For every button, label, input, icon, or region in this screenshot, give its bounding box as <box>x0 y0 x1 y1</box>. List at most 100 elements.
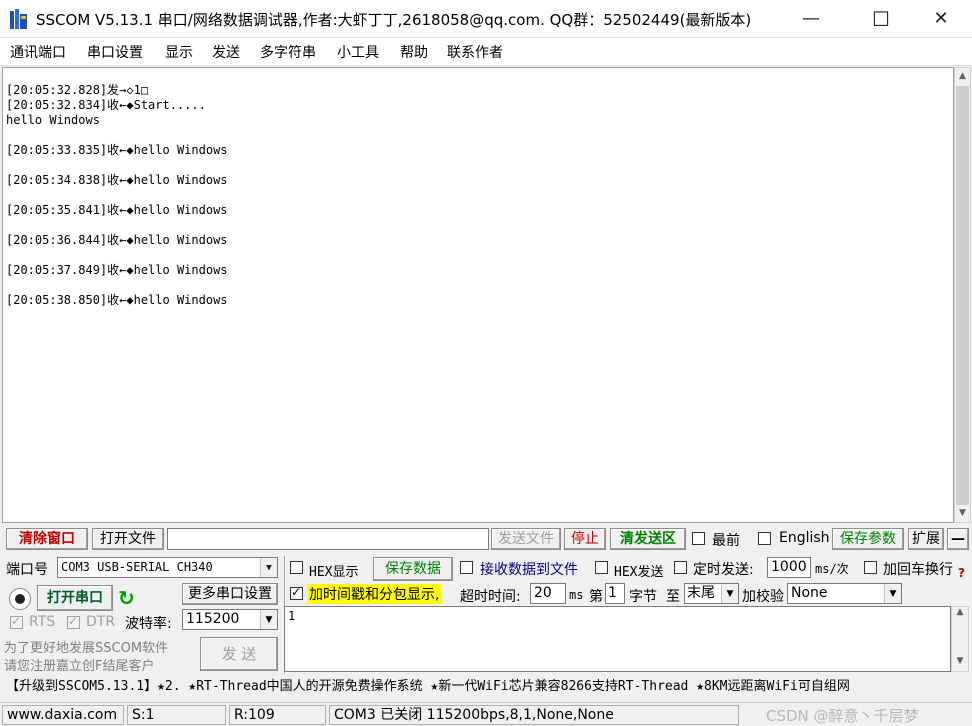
port-value: COM3 USB-SERIAL CH340 <box>61 560 213 574</box>
open-port-button[interactable]: 打开串口 <box>37 585 113 611</box>
refresh-icon[interactable]: ↻ <box>118 587 135 609</box>
rts-label: RTS <box>29 614 56 630</box>
menu-multi-string[interactable]: 多字符串 <box>260 42 316 62</box>
title-bar: SSCOM V5.13.1 串口/网络数据调试器,作者:大虾丁丁,2618058… <box>0 0 972 38</box>
scroll-down-icon[interactable]: ▼ <box>952 656 968 666</box>
topmost-checkbox[interactable] <box>692 532 705 545</box>
menu-comm-port[interactable]: 通讯端口 <box>10 42 66 62</box>
save-data-button[interactable]: 保存数据 <box>373 557 453 581</box>
minimize-button[interactable]: — <box>788 0 834 38</box>
hex-display-label: HEX显示 <box>309 565 359 580</box>
promo-line-1: 为了更好地发展SSCOM软件 <box>4 641 169 656</box>
timeout-unit: ms <box>569 588 584 602</box>
maximize-button[interactable]: ☐ <box>858 0 904 38</box>
help-icon[interactable]: ? <box>958 566 968 584</box>
app-icon <box>10 9 27 29</box>
status-sent-count: S:1 <box>127 705 226 725</box>
menu-serial-settings[interactable]: 串口设置 <box>87 42 143 62</box>
menu-tools[interactable]: 小工具 <box>337 42 379 62</box>
news-ticker[interactable]: 【升级到SSCOM5.13.1】★2. ★RT-Thread中国人的开源免费操作… <box>0 676 972 700</box>
more-port-settings-button[interactable]: 更多串口设置 <box>182 583 278 605</box>
send-file-button[interactable]: 发送文件 <box>491 528 561 550</box>
receive-output[interactable]: [20:05:32.828]发→◇1□ [20:05:32.834]收←◆Star… <box>2 67 954 523</box>
output-line: ​ <box>6 158 953 173</box>
output-line: hello Windows <box>6 113 100 127</box>
byte-prefix: 第 <box>589 589 603 605</box>
output-line: [20:05:35.841]收←◆hello Windows <box>6 203 228 217</box>
baud-select[interactable]: 115200 ▼ <box>182 609 278 630</box>
dtr-checkbox[interactable] <box>67 614 80 629</box>
english-checkbox[interactable] <box>758 532 771 545</box>
baud-value: 115200 <box>186 611 240 627</box>
to-label: 至 <box>666 589 680 605</box>
menu-display[interactable]: 显示 <box>165 42 193 62</box>
hex-send-checkbox[interactable] <box>595 561 608 574</box>
port-label: 端口号 <box>6 562 48 578</box>
chevron-down-icon[interactable]: ▼ <box>884 584 901 603</box>
timestamp-label: 加时间戳和分包显示, <box>307 584 442 604</box>
scroll-down-icon[interactable]: ▼ <box>955 505 970 522</box>
scroll-up-icon[interactable]: ▲ <box>952 607 968 617</box>
end-value: 末尾 <box>687 585 715 601</box>
interval-unit: ms/次 <box>815 562 849 576</box>
output-line: ​ <box>6 248 953 263</box>
chevron-down-icon[interactable]: ▼ <box>260 610 277 629</box>
rts-checkbox[interactable] <box>10 614 23 629</box>
scroll-thumb[interactable] <box>956 86 969 505</box>
send-button[interactable]: 发 送 <box>200 637 278 671</box>
recv-to-file-label: 接收数据到文件 <box>480 562 578 578</box>
port-select[interactable]: COM3 USB-SERIAL CH340 ▼ <box>57 557 278 578</box>
clear-window-button[interactable]: 清除窗口 <box>6 528 88 550</box>
checksum-select[interactable]: None ▼ <box>787 583 902 604</box>
send-scrollbar[interactable]: ▲ ▼ <box>951 606 969 672</box>
timestamp-checkbox[interactable] <box>290 585 303 600</box>
output-line: [20:05:33.835]收←◆hello Windows <box>6 143 228 157</box>
checksum-label: 加校验 <box>742 589 784 605</box>
stop-button[interactable]: 停止 <box>564 528 606 550</box>
open-file-button[interactable]: 打开文件 <box>92 528 164 550</box>
timed-send-checkbox[interactable] <box>674 561 687 574</box>
hex-send-label: HEX发送 <box>614 565 664 580</box>
file-path-input[interactable] <box>167 528 489 550</box>
byte-index-input[interactable]: 1 <box>605 583 625 604</box>
menu-contact[interactable]: 联系作者 <box>447 42 503 62</box>
crlf-checkbox[interactable] <box>864 561 877 574</box>
timed-send-label: 定时发送: <box>693 562 754 578</box>
watermark: CSDN @醉意丶千层梦 <box>766 707 919 725</box>
output-line: [20:05:34.838]收←◆hello Windows <box>6 173 228 187</box>
output-line: ​ <box>6 188 953 203</box>
save-params-button[interactable]: 保存参数 <box>832 528 904 550</box>
status-port-state: COM3 已关闭 115200bps,8,1,None,None <box>329 705 739 725</box>
output-line: ​ <box>6 218 953 233</box>
collapse-button[interactable]: — <box>947 528 969 550</box>
output-line: [20:05:37.849]收←◆hello Windows <box>6 263 228 277</box>
baud-label: 波特率: <box>125 616 172 632</box>
timeout-input[interactable]: 20 <box>530 583 566 604</box>
crlf-label: 加回车换行 <box>883 562 953 578</box>
menu-send[interactable]: 发送 <box>212 42 240 62</box>
status-site[interactable]: www.daxia.com <box>2 705 124 725</box>
end-select[interactable]: 末尾 ▼ <box>684 583 739 604</box>
topmost-label: 最前 <box>712 533 740 549</box>
close-button[interactable]: ✕ <box>918 0 964 38</box>
output-line: [20:05:32.828]发→◇1□ <box>6 83 149 97</box>
output-line: ​ <box>6 128 953 143</box>
output-line: [20:05:32.834]收←◆Start..... <box>6 98 206 112</box>
send-textarea[interactable]: 1 <box>284 606 951 672</box>
byte-suffix: 字节 <box>629 589 657 605</box>
recv-to-file-checkbox[interactable] <box>460 561 473 574</box>
clear-send-button[interactable]: 清发送区 <box>610 528 686 550</box>
output-line: [20:05:36.844]收←◆hello Windows <box>6 233 228 247</box>
chevron-down-icon[interactable]: ▼ <box>721 584 738 603</box>
interval-input[interactable]: 1000 <box>767 557 811 578</box>
chevron-down-icon[interactable]: ▼ <box>260 558 277 577</box>
english-label: English <box>779 530 830 546</box>
scroll-up-icon[interactable]: ▲ <box>955 68 970 85</box>
output-scrollbar[interactable]: ▲ ▼ <box>954 67 971 523</box>
timeout-label: 超时时间: <box>460 589 521 605</box>
hex-display-checkbox[interactable] <box>290 561 303 574</box>
menu-help[interactable]: 帮助 <box>400 42 428 62</box>
port-status-indicator-icon <box>9 588 31 610</box>
expand-button[interactable]: 扩展 <box>908 528 944 550</box>
dtr-label: DTR <box>86 614 116 630</box>
